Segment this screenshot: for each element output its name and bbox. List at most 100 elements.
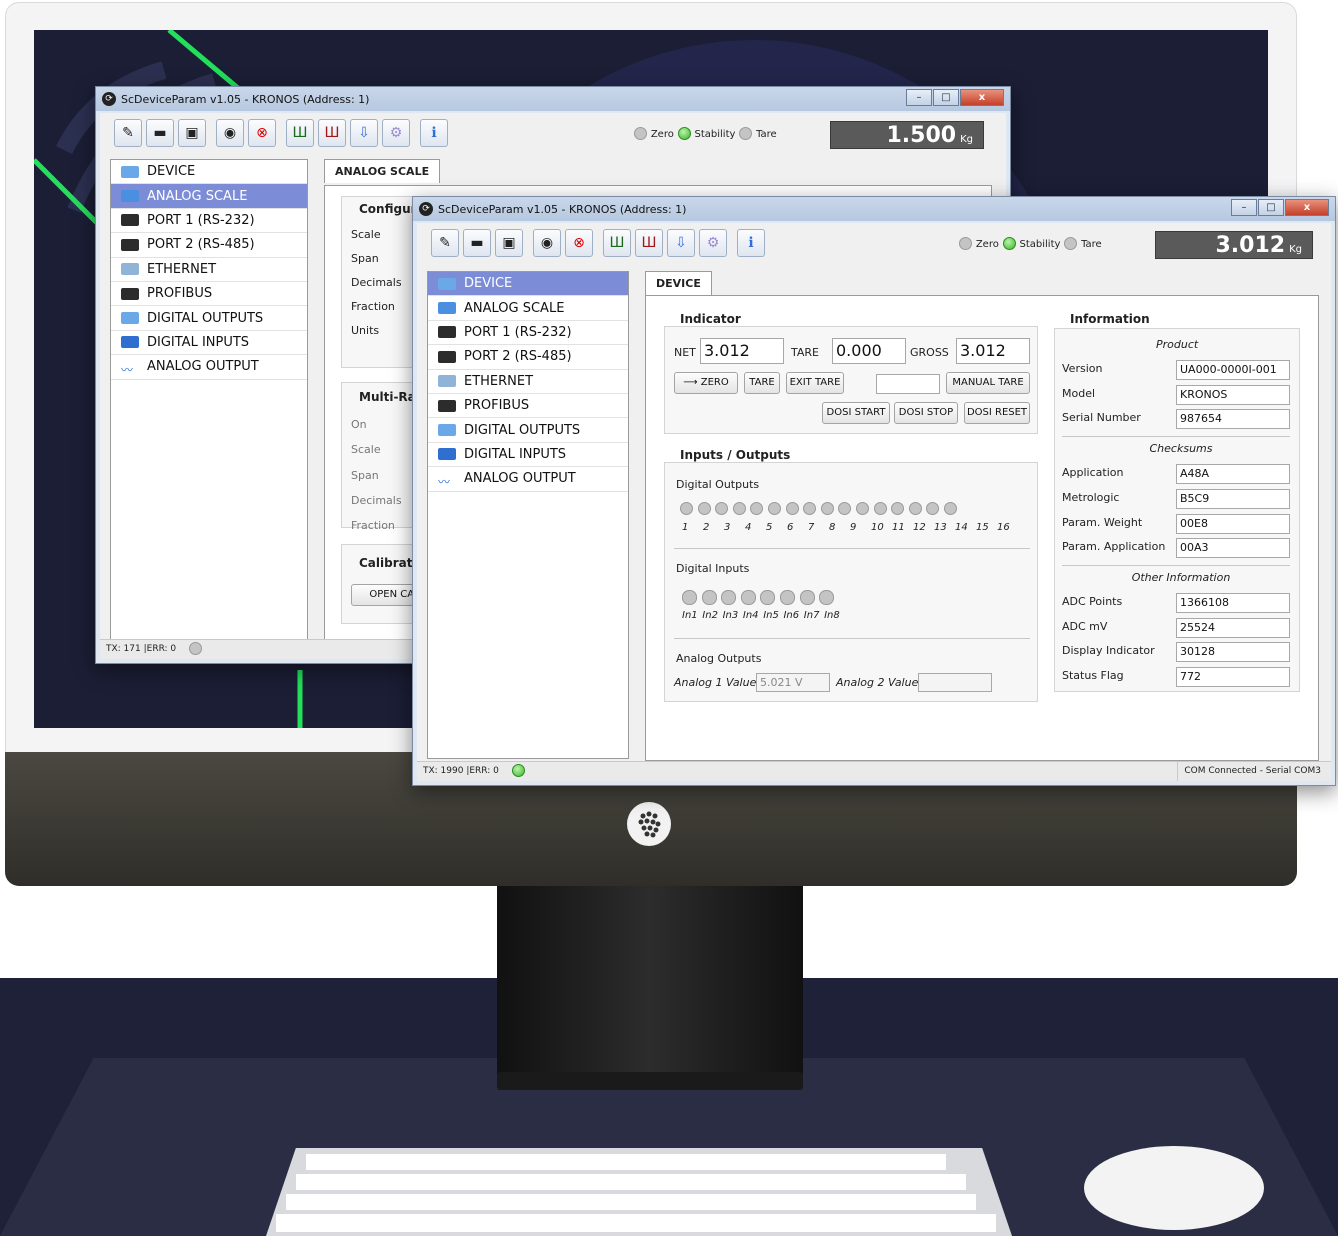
info-value-field[interactable]: B5C9	[1176, 488, 1290, 509]
download-icon[interactable]: ⇩	[350, 119, 378, 147]
multirange-label: Scale	[351, 443, 381, 456]
tree-item-digital-outputs[interactable]: DIGITAL OUTPUTS	[428, 418, 628, 443]
digital-input-number: In3	[722, 610, 739, 621]
edit-icon[interactable]: ✎	[114, 119, 142, 147]
folder-icon[interactable]: ▬	[146, 119, 174, 147]
info-value-field[interactable]: UA000-0000I-001	[1176, 360, 1290, 380]
tree-item-analog-scale[interactable]: ANALOG SCALE	[428, 296, 628, 321]
info-label: Application	[1062, 466, 1124, 480]
front-status-bar: TX: 1990 |ERR: 0 COM Connected - Serial …	[417, 761, 1331, 781]
back-titlebar[interactable]: ⟳ ScDeviceParam v1.05 - KRONOS (Address:…	[96, 87, 1010, 111]
write-params-icon[interactable]: Ш	[635, 229, 663, 257]
front-window[interactable]: ⟳ ScDeviceParam v1.05 - KRONOS (Address:…	[412, 196, 1336, 786]
settings-icon[interactable]: ⚙	[699, 229, 727, 257]
connect-icon[interactable]: ◉	[216, 119, 244, 147]
info-value-field[interactable]: 987654	[1176, 409, 1290, 430]
front-maximize-button[interactable]: □	[1258, 199, 1284, 216]
tree-item-digital-outputs[interactable]: DIGITAL OUTPUTS	[111, 306, 307, 331]
gross-value-field[interactable]: 3.012	[956, 338, 1030, 364]
tree-item-ethernet[interactable]: ETHERNET	[428, 370, 628, 394]
monitor-stand	[497, 886, 803, 1086]
folder-icon[interactable]: ▬	[463, 229, 491, 257]
front-status-leds: Zero Stability Tare	[959, 236, 1102, 250]
front-titlebar[interactable]: ⟳ ScDeviceParam v1.05 - KRONOS (Address:…	[413, 197, 1335, 221]
write-params-icon[interactable]: Ш	[318, 119, 346, 147]
info-section-title: Other Information	[1131, 570, 1231, 584]
net-value-field[interactable]: 3.012	[700, 338, 784, 364]
tree-item-analog-output[interactable]: 〰 ANALOG OUTPUT	[111, 355, 307, 380]
tab-device[interactable]: DEVICE	[645, 271, 712, 295]
manual-tare-button[interactable]: MANUAL TARE	[946, 372, 1030, 394]
exit-tare-button[interactable]: EXIT TARE	[786, 372, 844, 394]
stability-label: Stability	[694, 129, 736, 140]
tree-item-digital-inputs[interactable]: DIGITAL INPUTS	[428, 443, 628, 468]
digital-output-led-icon	[855, 502, 869, 515]
dosi-reset-button[interactable]: DOSI RESET	[964, 402, 1030, 424]
digital-output-number: 12	[913, 522, 926, 533]
tree-item-profibus[interactable]: PROFIBUS	[111, 282, 307, 307]
stability-led-icon	[1002, 237, 1016, 250]
tree-item-device[interactable]: DEVICE	[428, 272, 628, 297]
tree-item-ethernet[interactable]: ETHERNET	[111, 258, 307, 282]
info-value-field[interactable]: 30128	[1176, 642, 1290, 663]
info-label: Display Indicator	[1062, 644, 1155, 658]
tab-analog-scale[interactable]: ANALOG SCALE	[324, 159, 441, 183]
zero-label: Zero	[975, 239, 999, 250]
settings-icon[interactable]: ⚙	[382, 119, 410, 147]
info-value-field[interactable]: 1366108	[1176, 592, 1290, 613]
tree-item-port2[interactable]: PORT 2 (RS-485)	[428, 345, 628, 370]
mouse	[1084, 1146, 1264, 1230]
disconnect-icon[interactable]: ⊗	[565, 229, 593, 257]
info-value-field[interactable]: KRONOS	[1176, 384, 1290, 405]
read-params-icon[interactable]: Ш	[603, 229, 631, 257]
tree-item-analog-output[interactable]: 〰 ANALOG OUTPUT	[428, 467, 628, 492]
save-icon[interactable]: ▣	[178, 119, 206, 147]
info-value-field[interactable]: 00E8	[1176, 513, 1290, 534]
analog1-value-field[interactable]: 5.021 V	[756, 673, 830, 692]
dosi-stop-button[interactable]: DOSI STOP	[894, 402, 958, 424]
digital-output-led-icon	[926, 502, 940, 515]
tree-item-device[interactable]: DEVICE	[111, 160, 307, 185]
link-led-icon	[511, 764, 525, 777]
front-close-button[interactable]: x	[1285, 199, 1329, 216]
digital-output-number: 2	[703, 522, 710, 533]
tree-item-digital-inputs[interactable]: DIGITAL INPUTS	[111, 331, 307, 356]
disconnect-icon[interactable]: ⊗	[248, 119, 276, 147]
dosi-start-button[interactable]: DOSI START	[822, 402, 890, 424]
read-params-icon[interactable]: Ш	[286, 119, 314, 147]
edit-icon[interactable]: ✎	[431, 229, 459, 257]
gross-label: GROSS	[910, 346, 949, 359]
manual-tare-input[interactable]	[876, 374, 940, 394]
tree-item-port2[interactable]: PORT 2 (RS-485)	[111, 233, 307, 258]
tree-item-profibus[interactable]: PROFIBUS	[428, 394, 628, 419]
stability-led-icon	[677, 127, 691, 140]
info-value-field[interactable]: A48A	[1176, 464, 1290, 485]
info-value-field[interactable]: 772	[1176, 667, 1290, 687]
connect-icon[interactable]: ◉	[533, 229, 561, 257]
tree-item-port1[interactable]: PORT 1 (RS-232)	[428, 321, 628, 346]
download-icon[interactable]: ⇩	[667, 229, 695, 257]
info-label: Model	[1062, 386, 1096, 400]
info-value-field[interactable]: 00A3	[1176, 538, 1290, 559]
front-minimize-button[interactable]: –	[1231, 199, 1257, 216]
info-icon[interactable]: ℹ	[737, 229, 765, 257]
zero-button[interactable]: ⟶ ZERO	[674, 372, 738, 394]
digital-output-leds	[680, 502, 957, 515]
tree-item-analog-scale[interactable]: ANALOG SCALE	[111, 184, 307, 209]
save-icon[interactable]: ▣	[495, 229, 523, 257]
digital-output-numbers: 1 2 3 4 5 6 7 8 9 10 11 12 13 14 15 16	[682, 522, 1018, 533]
tree-item-port1[interactable]: PORT 1 (RS-232)	[111, 209, 307, 234]
info-icon[interactable]: ℹ	[420, 119, 448, 147]
front-window-title: ScDeviceParam v1.05 - KRONOS (Address: 1…	[438, 202, 687, 216]
digital-output-led-icon	[785, 502, 799, 515]
back-maximize-button[interactable]: □	[933, 89, 959, 106]
analog2-value-field[interactable]	[918, 673, 992, 692]
info-value-field[interactable]: 25524	[1176, 617, 1290, 638]
back-minimize-button[interactable]: –	[906, 89, 932, 106]
tare-button[interactable]: TARE	[744, 372, 780, 394]
stand-base	[497, 1072, 803, 1090]
weight-unit: Kg	[1289, 244, 1302, 255]
back-close-button[interactable]: x	[960, 89, 1004, 106]
stability-label: Stability	[1019, 239, 1061, 250]
tare-value-field[interactable]: 0.000	[832, 338, 906, 364]
